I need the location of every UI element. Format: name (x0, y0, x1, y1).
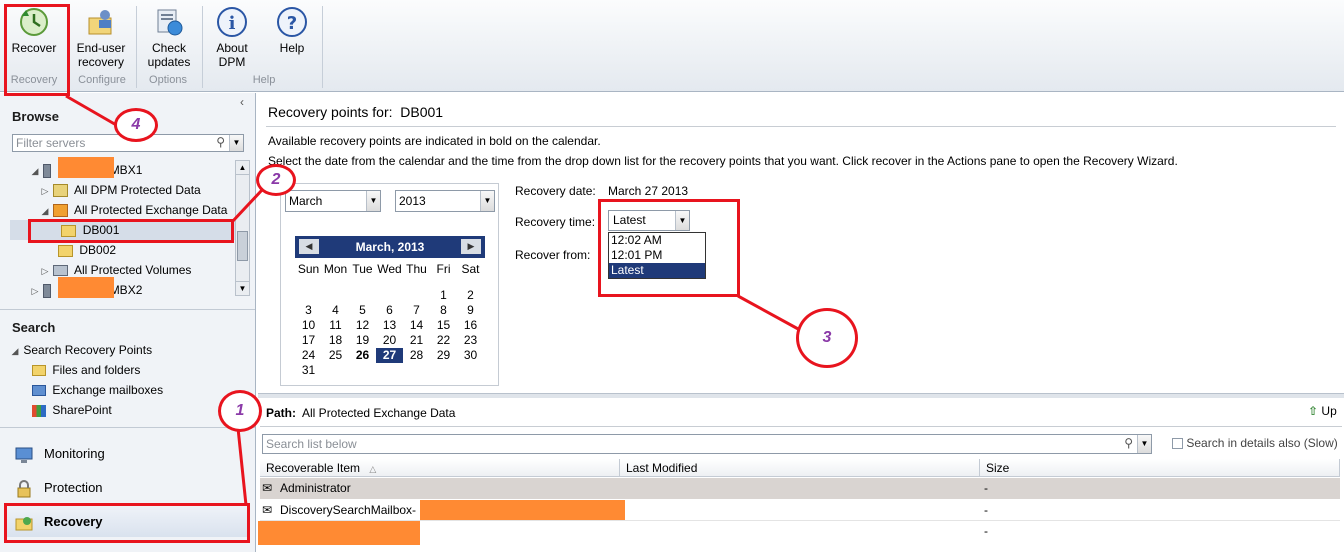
annotation-text: 2 (271, 171, 281, 188)
annotation-lines (65, 94, 801, 506)
annotation-number-4: 4 (114, 108, 158, 142)
dpm-console: Recover Recovery End-user recovery Confi… (0, 0, 1344, 552)
annotation-number-3: 3 (796, 308, 858, 368)
annotation-text: 4 (131, 116, 141, 133)
annotation-text: 3 (822, 329, 832, 346)
annotation-text: 1 (235, 402, 245, 419)
annotation-number-2: 2 (256, 164, 296, 196)
annotation-number-1: 1 (218, 390, 262, 432)
